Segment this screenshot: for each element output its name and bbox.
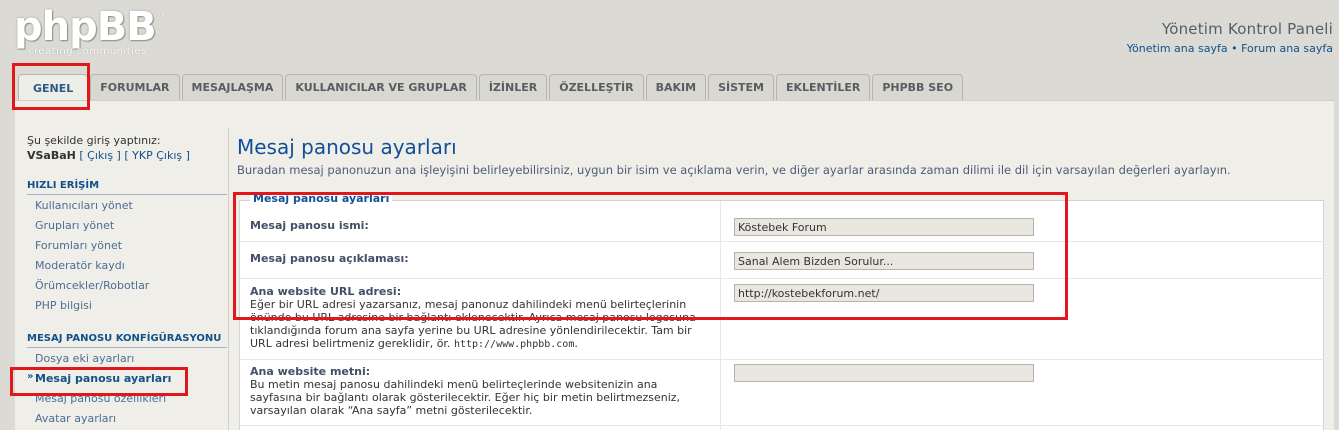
sidebar-item-attachment-settings[interactable]: Dosya eki ayarları [27,348,227,368]
sidebar-item-manage-groups[interactable]: Grupları yönet [27,215,227,235]
tab-system[interactable]: SİSTEM [708,74,774,100]
site-home-url-example: http://www.phpbb.com [453,339,575,350]
site-home-text-input[interactable] [734,364,1034,382]
tab-maintenance[interactable]: BAKIM [645,74,707,100]
acp-title: Yönetim Kontrol Paneli [1161,20,1333,38]
logout-link[interactable]: [ Çıkış ] [79,149,120,162]
link-separator: • [1227,42,1242,55]
tab-users-groups[interactable]: KULLANICILAR VE GRUPLAR [285,74,477,100]
main-content: Mesaj panosu ayarları Buradan mesaj pano… [228,128,1328,430]
board-settings-fieldset: Mesaj panosu ayarları Mesaj panosu ismi:… [239,192,1325,430]
tab-styles[interactable]: ÖZELLEŞTİR [549,74,644,100]
acp-logout-link[interactable]: [ YKP Çıkış ] [124,149,190,162]
sitename-input[interactable] [734,218,1034,236]
sidebar-item-board-settings[interactable]: Mesaj panosu ayarları [27,368,227,388]
sidebar-item-manage-forums[interactable]: Forumları yönet [27,235,227,255]
main-tabs: GENEL FORUMLAR MESAJLAŞMA KULLANICILAR V… [18,74,965,102]
sidebar-item-manage-users[interactable]: Kullanıcıları yönet [27,195,227,215]
row-divider [240,425,1325,426]
sidebar-item-spiders-bots[interactable]: Örümcekler/Robotlar [27,275,227,295]
row-divider [240,359,1325,360]
site-desc-input[interactable] [734,252,1034,270]
sitename-row: Mesaj panosu ismi: [240,218,1325,242]
tab-forums[interactable]: FORUMLAR [90,74,180,100]
page-title: Mesaj panosu ayarları [237,135,457,159]
username[interactable]: VSaBaH [27,149,76,162]
logo-wordmark: phpBB [14,4,157,50]
sidebar-item-avatar-settings[interactable]: Avatar ayarları [27,408,227,428]
page-description: Buradan mesaj panonuzun ana işleyişini b… [237,163,1231,177]
login-info-label: Şu şekilde giriş yaptınız: [27,134,161,147]
sidebar-item-board-features[interactable]: Mesaj panosu özellikleri [27,388,227,408]
phpbb-logo[interactable]: phpBB creating communities ® [14,6,174,62]
site-home-text-row: Ana website metni: Bu metin mesaj panosu… [240,364,1325,426]
site-home-url-example-suffix: . [574,337,578,350]
logo-tagline: creating communities [28,46,147,57]
acp-home-link[interactable]: Yönetim ana sayfa [1127,42,1228,55]
site-home-url-input[interactable] [734,284,1034,302]
sidebar-item-moderator-log[interactable]: Moderatör kaydı [27,255,227,275]
quick-access-heading: HIZLI ERİŞİM [27,180,227,195]
board-config-heading: MESAJ PANOSU KONFİGÜRASYONU [27,333,227,348]
sidebar: Şu şekilde giriş yaptınız: VSaBaH [ Çıkı… [27,134,227,428]
site-home-text-explain: Bu metin mesaj panosu dahilindeki menü b… [250,378,681,417]
row-divider [240,241,1325,242]
header-right: Yönetim Kontrol Paneli Yönetim ana sayfa… [1127,20,1333,55]
tab-extensions[interactable]: EKLENTİLER [775,74,871,100]
sidebar-item-php-info[interactable]: PHP bilgisi [27,295,227,315]
tab-posting[interactable]: MESAJLAŞMA [181,74,284,100]
tab-phpbb-seo[interactable]: PHPBB SEO [872,74,964,100]
site-desc-row: Mesaj panosu açıklaması: [240,252,1325,279]
header-links: Yönetim ana sayfa • Forum ana sayfa [1127,42,1333,55]
site-home-url-explain: Eğer bir URL adresi yazarsanız, mesaj pa… [250,298,710,351]
login-info: VSaBaH [ Çıkış ] [ YKP Çıkış ] [27,149,227,162]
row-divider [240,278,1325,279]
tab-permissions[interactable]: İZİNLER [478,74,548,100]
forum-home-link[interactable]: Forum ana sayfa [1241,42,1333,55]
logo-registered-mark: ® [158,10,168,21]
tab-general[interactable]: GENEL [18,74,89,102]
fieldset-legend: Mesaj panosu ayarları [250,192,393,205]
site-home-url-row: Ana website URL adresi: Eğer bir URL adr… [240,284,1325,360]
